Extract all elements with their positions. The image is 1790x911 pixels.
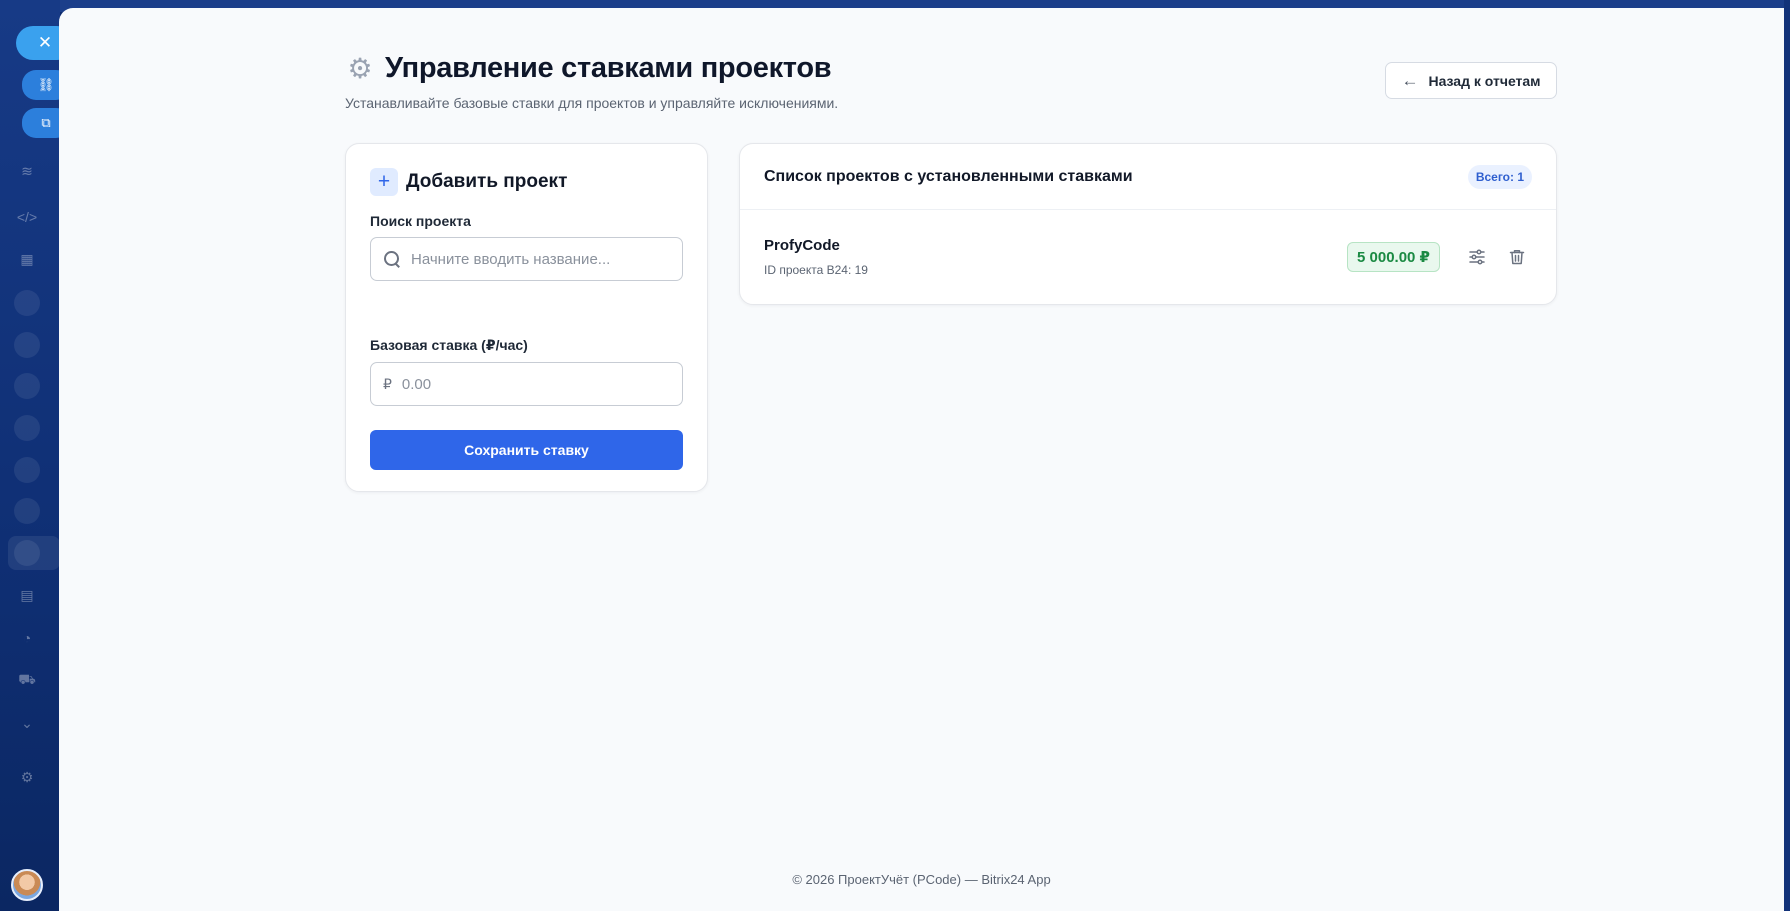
slider-panel: ⚙ Управление ставками проектов Устанавли… bbox=[59, 8, 1784, 911]
add-project-title: Добавить проект bbox=[406, 171, 568, 192]
project-rate-badge: 5 000.00 ₽ bbox=[1347, 242, 1440, 272]
gear-icon: ⚙ bbox=[347, 53, 373, 84]
portal-menu-icon: ⛟ bbox=[18, 670, 36, 687]
portal-menu-avatar bbox=[14, 290, 40, 316]
portal-menu-icon: ≋ bbox=[21, 162, 33, 179]
footer-copyright: © 2026 ПроектУчёт (PCode) — Bitrix24 App bbox=[792, 872, 1051, 887]
add-project-card: + Добавить проект Поиск проекта Начните … bbox=[345, 143, 708, 492]
project-rates-list-card: Список проектов с установленными ставкам… bbox=[739, 143, 1557, 305]
project-name: ProfyCode bbox=[764, 237, 840, 254]
page-header: ⚙ Управление ставками проектов Устанавли… bbox=[345, 52, 1557, 111]
portal-menu-avatar bbox=[14, 415, 40, 441]
rate-placeholder: 0.00 bbox=[401, 375, 432, 393]
project-row-actions: 5 000.00 ₽ bbox=[1347, 242, 1532, 272]
user-avatar[interactable] bbox=[11, 869, 43, 901]
page-title: Управление ставками проектов bbox=[385, 52, 832, 84]
arrow-left-icon: ← bbox=[1401, 70, 1419, 90]
sliders-icon[interactable] bbox=[1462, 242, 1492, 272]
search-icon bbox=[383, 250, 401, 268]
trash-icon[interactable] bbox=[1502, 242, 1532, 272]
portal-menu-avatar bbox=[14, 332, 40, 358]
page-subtitle: Устанавливайте базовые ставки для проект… bbox=[345, 95, 839, 111]
portal-menu-avatar bbox=[14, 373, 40, 399]
project-id: ID проекта B24: 19 bbox=[764, 263, 868, 277]
title-row: ⚙ Управление ставками проектов bbox=[345, 52, 1557, 85]
external-link-icon: ⧉ bbox=[41, 115, 51, 130]
add-project-header: + Добавить проект bbox=[370, 168, 683, 196]
close-icon: ✕ bbox=[37, 33, 53, 52]
total-count-badge: Всего: 1 bbox=[1467, 164, 1532, 189]
list-item: ProfyCode ID проекта B24: 19 5 000.00 ₽ bbox=[740, 210, 1556, 304]
list-header: Список проектов с установленными ставкам… bbox=[740, 144, 1556, 210]
portal-menu-icon: </> bbox=[16, 209, 38, 225]
portal-menu-icon: ▦ bbox=[20, 250, 34, 267]
search-placeholder: Начните вводить название... bbox=[411, 250, 611, 268]
portal-menu-icon: ⌄ bbox=[21, 714, 33, 731]
base-rate-label: Базовая ставка (₽/час) bbox=[370, 337, 528, 353]
back-button-label: Назад к отчетам bbox=[1428, 72, 1541, 89]
project-search-input[interactable]: Начните вводить название... bbox=[370, 237, 683, 281]
portal-menu-avatar bbox=[14, 540, 40, 566]
link-icon: ⛓ bbox=[37, 77, 55, 92]
portal-menu-icon: ▤ bbox=[20, 586, 34, 603]
plus-icon: + bbox=[370, 168, 398, 196]
ruble-icon: ₽ bbox=[383, 375, 392, 392]
list-title: Список проектов с установленными ставкам… bbox=[764, 167, 1133, 185]
portal-menu-avatar bbox=[14, 457, 40, 483]
portal-menu-icon: ◔ bbox=[22, 630, 32, 646]
save-rate-button[interactable]: Сохранить ставку bbox=[370, 430, 683, 470]
portal-right-edge bbox=[1784, 0, 1790, 911]
base-rate-input[interactable]: ₽ 0.00 bbox=[370, 362, 683, 406]
portal-menu-icon: ⚙ bbox=[20, 768, 34, 785]
search-project-label: Поиск проекта bbox=[370, 213, 471, 229]
portal-menu-avatar bbox=[14, 498, 40, 524]
back-to-reports-button[interactable]: ← Назад к отчетам bbox=[1385, 62, 1557, 99]
project-info: ProfyCode ID проекта B24: 19 bbox=[764, 237, 868, 277]
